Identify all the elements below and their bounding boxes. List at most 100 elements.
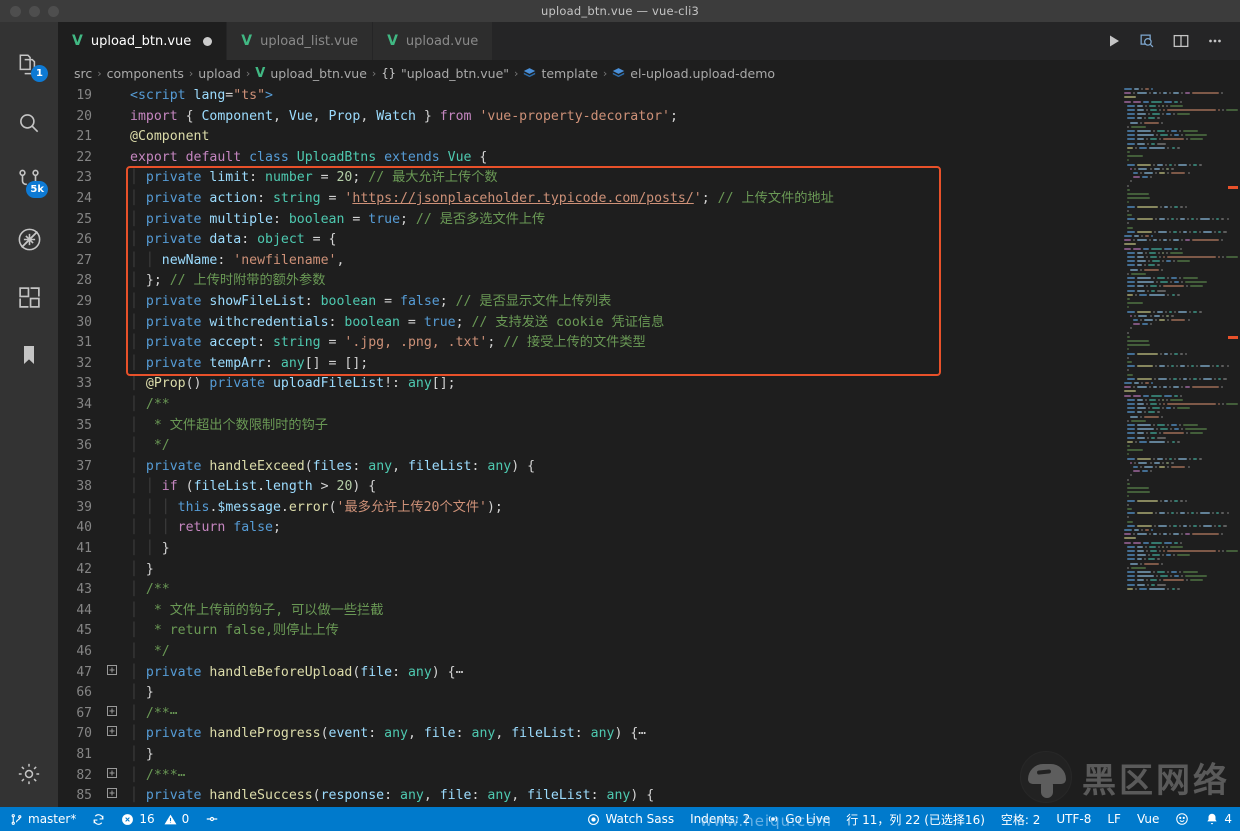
line-number: 21 [76,129,92,145]
sidebar-item-search[interactable] [0,94,58,152]
breadcrumb-item[interactable]: components [107,66,184,81]
code-text: │ /** [130,396,170,412]
editor-tab-upload_btn-vue[interactable]: Vupload_btn.vue [58,22,228,60]
minimap-line [1152,113,1161,116]
status-go-live[interactable]: Go Live [758,807,838,831]
code-line[interactable]: 30 │ private withcredentials: boolean = t… [58,313,1120,334]
status-watch-sass[interactable]: Watch Sass [579,807,682,831]
sidebar-item-explorer[interactable]: 1 [0,36,58,94]
editor-tab-upload-vue[interactable]: Vupload.vue [373,22,494,60]
code-line[interactable]: 34 │ /** [58,395,1120,416]
status-remote[interactable] [197,807,227,831]
code-line[interactable]: 82 │ /***⋯ [58,766,1120,787]
ellipsis-icon[interactable] [1206,32,1224,50]
fold-expand-icon[interactable] [104,704,120,725]
status-problems[interactable]: 16 0 [113,807,197,831]
minimap-line [1143,319,1153,321]
breadcrumb-item[interactable]: template [523,66,598,81]
code-line[interactable]: 39 │ │ │ this.$message.error('最多允许上传20个文件… [58,498,1120,519]
code-line[interactable]: 28 │ }; // 上传时附带的额外参数 [58,271,1120,292]
status-eol[interactable]: LF [1099,807,1129,831]
status-sync[interactable] [84,807,113,831]
code-line[interactable]: 32 │ private tempArr: any[] = []; [58,354,1120,375]
code-line[interactable]: 85 │ private handleSuccess(response: any,… [58,786,1120,807]
code-line[interactable]: 29 │ private showFileList: boolean = fals… [58,292,1120,313]
code-line[interactable]: 38 │ │ if (fileList.length > 20) { [58,477,1120,498]
code-line[interactable]: 66 │ } [58,683,1120,704]
code-line[interactable]: 70 │ private handleProgress(event: any, f… [58,724,1120,745]
code-line[interactable]: 33 │ @Prop() private uploadFileList!: any… [58,374,1120,395]
close-button[interactable] [10,5,21,17]
fold-expand-icon[interactable] [104,766,120,787]
status-cursor-position[interactable]: 行 11，列 22 (已选择16) [838,807,993,831]
code-line[interactable]: 36 │ */ [58,436,1120,457]
preview-search-icon[interactable] [1138,32,1156,50]
code-line[interactable]: 22 export default class UploadBtns extend… [58,148,1120,169]
minimap-line [1151,289,1155,292]
code-line[interactable]: 37 │ private handleExceed(files: any, fil… [58,457,1120,478]
minimize-button[interactable] [29,5,40,17]
code-editor[interactable]: 19 <script lang="ts"> 20 import { Component… [58,86,1240,807]
status-feedback[interactable] [1167,807,1197,831]
code-line[interactable]: 43 │ /** [58,580,1120,601]
code-line[interactable]: 35 │ * 文件超出个数限制时的钩子 [58,416,1120,437]
code-line[interactable]: 67 │ /**⋯ [58,704,1120,725]
code-line[interactable]: 23 │ private limit: number = 20; // 最大允许上… [58,168,1120,189]
minimap-line [1127,575,1136,578]
minimap-line [1143,466,1153,468]
code-line[interactable]: 21 @Component [58,127,1120,148]
sidebar-item-bookmarks[interactable] [0,326,58,384]
line-number: 40 [76,520,92,536]
zoom-button[interactable] [48,5,59,17]
minimap-line [1181,386,1184,389]
status-indents[interactable]: Indents: 2 [682,807,758,831]
fold-expand-icon[interactable] [104,663,120,684]
minimap-line [1137,432,1144,435]
minimap-line [1148,398,1156,401]
code-line[interactable]: 45 │ * return false,则停止上传 [58,621,1120,642]
breadcrumb-item[interactable]: src [74,66,92,81]
manage-settings-button[interactable] [0,749,58,807]
status-encoding[interactable]: UTF-8 [1048,807,1099,831]
breadcrumb-item[interactable]: upload [198,66,241,81]
breadcrumb-item[interactable]: {} "upload_btn.vue" [381,66,509,81]
play-icon[interactable] [1106,33,1122,49]
minimap-line [1152,571,1155,573]
code-line[interactable]: 44 │ * 文件上传前的钩子, 可以做一些拦截 [58,601,1120,622]
minimap-line [1127,134,1136,137]
code-line[interactable]: 47 │ private handleBeforeUpload(file: any… [58,663,1120,684]
tab-dirty-indicator[interactable] [203,36,213,46]
code-line[interactable]: 25 │ private multiple: boolean = true; //… [58,210,1120,231]
minimap-line [1140,415,1143,418]
fold-expand-icon[interactable] [104,724,120,745]
fold-expand-icon[interactable] [104,786,120,807]
minimap-line [1136,386,1148,389]
sidebar-item-source-control[interactable]: 5k [0,152,58,210]
minimap[interactable] [1120,86,1240,807]
minimap-line [1131,125,1147,128]
breadcrumb-item[interactable]: el-upload.upload-demo [612,66,775,81]
status-language-mode[interactable]: Vue [1129,807,1167,831]
sidebar-item-extensions[interactable] [0,268,58,326]
status-notifications[interactable]: 4 [1197,807,1240,831]
split-editor-icon[interactable] [1172,32,1190,50]
breadcrumb-item[interactable]: Vupload_btn.vue [255,66,367,81]
code-line[interactable]: 42 │ } [58,560,1120,581]
code-line[interactable]: 24 │ private action: string = 'https://js… [58,189,1120,210]
code-line[interactable]: 31 │ private accept: string = '.jpg, .png… [58,333,1120,354]
code-lines[interactable]: 19 <script lang="ts"> 20 import { Component… [58,86,1120,807]
status-branch[interactable]: master* [0,807,84,831]
breadcrumb[interactable]: src › components › upload › Vupload_btn.vue › {}… [58,60,1240,86]
code-line[interactable]: 40 │ │ │ return false; [58,518,1120,539]
sidebar-item-run-debug[interactable] [0,210,58,268]
code-line[interactable]: 27 │ │ newName: 'newfilename', [58,251,1120,272]
status-indentation[interactable]: 空格: 2 [993,807,1049,831]
code-line[interactable]: 81 │ } [58,745,1120,766]
code-line[interactable]: 41 │ │ } [58,539,1120,560]
code-line[interactable]: 46 │ */ [58,642,1120,663]
editor-tab-upload_list-vue[interactable]: Vupload_list.vue [227,22,374,60]
code-line[interactable]: 19 <script lang="ts"> [58,86,1120,107]
minimap-line [1127,109,1136,111]
code-line[interactable]: 26 │ private data: object = { [58,230,1120,251]
code-line[interactable]: 20 import { Component, Vue, Prop, Watch }… [58,107,1120,128]
